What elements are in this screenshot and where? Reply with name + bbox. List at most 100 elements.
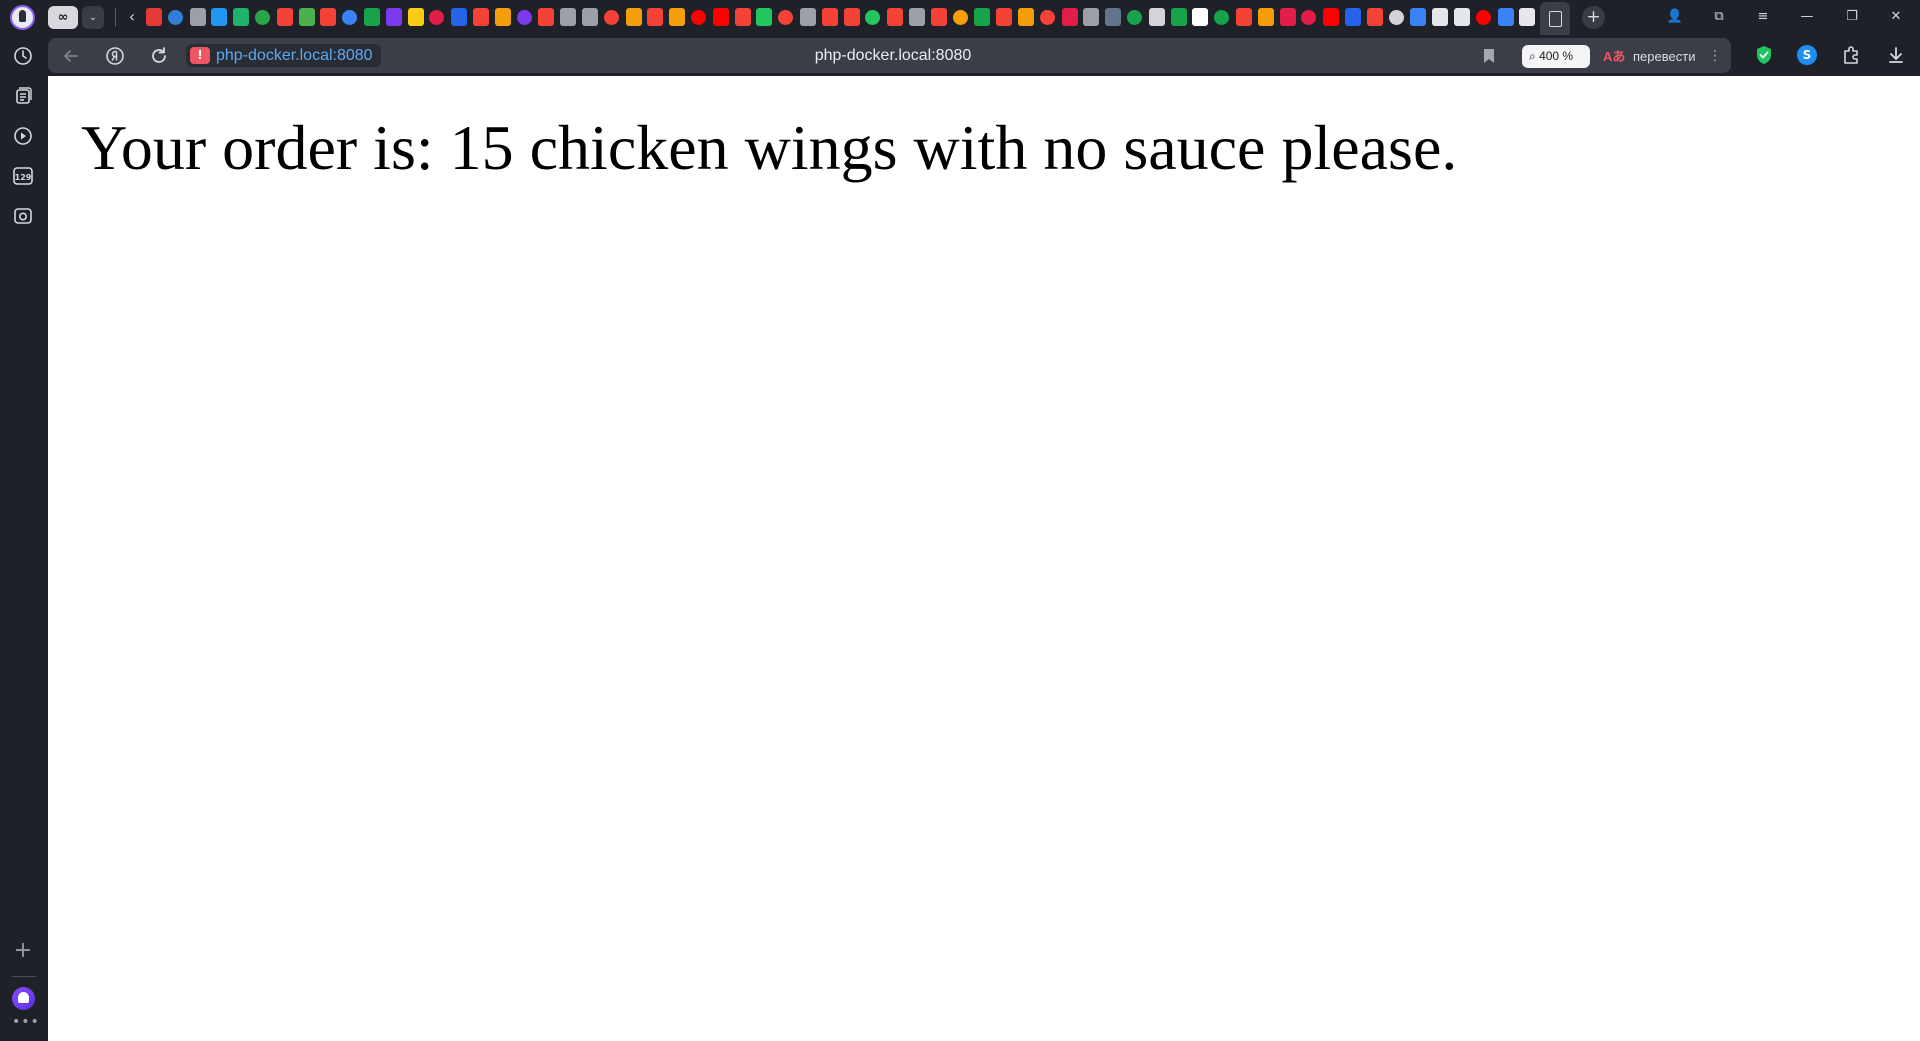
browser-menu-button[interactable]: ≡	[1748, 6, 1778, 28]
pinned-tab-favicon-icon[interactable]	[713, 8, 729, 26]
pinned-tab-favicon-icon[interactable]	[1083, 8, 1099, 26]
pinned-tab-favicon-icon[interactable]	[1149, 8, 1165, 26]
screenshot-icon[interactable]	[12, 205, 34, 227]
pinned-tab-favicon-icon[interactable]	[495, 8, 511, 26]
address-bar[interactable]: ! php-docker.local:8080 php-docker.local…	[48, 38, 1731, 73]
not-secure-warning-icon[interactable]: !	[190, 47, 210, 64]
pinned-tab-favicon-icon[interactable]	[517, 10, 532, 25]
pinned-tab-favicon-icon[interactable]	[1410, 8, 1426, 26]
pinned-tab-favicon-icon[interactable]	[342, 10, 357, 25]
pinned-tab-favicon-icon[interactable]	[1367, 8, 1383, 26]
pinned-tab-favicon-icon[interactable]	[1519, 8, 1535, 26]
pinned-tab-favicon-icon[interactable]	[299, 8, 315, 26]
swap-extension-icon[interactable]: S	[1797, 45, 1817, 65]
back-arrow-icon[interactable]	[60, 45, 82, 67]
pinned-tab-favicon-icon[interactable]	[626, 8, 642, 26]
pinned-tab-favicon-icon[interactable]	[778, 10, 793, 25]
pinned-tab-favicon-icon[interactable]	[691, 10, 706, 25]
translate-button[interactable]: Aあ перевести	[1603, 45, 1695, 68]
pinned-tab-favicon-icon[interactable]	[800, 8, 816, 26]
pinned-tab-favicon-icon[interactable]	[386, 8, 402, 26]
download-icon[interactable]	[1885, 44, 1907, 66]
pinned-tab-favicon-icon[interactable]	[669, 8, 685, 26]
tabs-dropdown-button[interactable]: ⌄	[82, 6, 104, 29]
pinned-tab-favicon-icon[interactable]	[582, 8, 598, 26]
pinned-tab-favicon-icon[interactable]	[560, 8, 576, 26]
pinned-tab-favicon-icon[interactable]	[1127, 10, 1142, 25]
sidebar-more-icon[interactable]: •••	[12, 1015, 39, 1029]
pinned-tab-favicon-icon[interactable]	[429, 10, 444, 25]
pinned-tab-favicon-icon[interactable]	[1040, 10, 1055, 25]
bookmark-icon[interactable]	[1481, 47, 1497, 65]
pinned-tab-favicon-icon[interactable]	[451, 8, 467, 26]
history-icon[interactable]	[12, 45, 34, 67]
pinned-tab-favicon-icon[interactable]	[756, 8, 772, 26]
pinned-tab-favicon-icon[interactable]	[168, 10, 183, 25]
tab-scroll-left-icon[interactable]: ‹	[124, 7, 140, 27]
extensions-icon[interactable]	[1841, 44, 1863, 66]
protect-shield-icon[interactable]	[1753, 44, 1775, 66]
active-tab[interactable]	[1540, 2, 1570, 35]
pinned-tab-favicon-icon[interactable]	[887, 8, 903, 26]
pinned-tab-favicon-icon[interactable]	[1280, 8, 1296, 26]
pinned-tab-favicon-icon[interactable]	[1192, 8, 1208, 26]
pinned-tab-favicon-icon[interactable]	[1432, 8, 1448, 26]
pinned-tab-favicon-icon[interactable]	[865, 10, 880, 25]
pinned-tab-favicon-icon[interactable]	[364, 8, 380, 26]
pinned-tab-favicon-icon[interactable]	[909, 8, 925, 26]
pinned-tab-favicon-icon[interactable]	[1062, 8, 1078, 26]
pinned-tab-favicon-icon[interactable]	[844, 8, 860, 26]
pinned-tab-favicon-icon[interactable]	[1105, 8, 1121, 26]
pinned-tab-favicon-icon[interactable]	[953, 10, 968, 25]
pinned-tab-favicon-icon[interactable]	[408, 8, 424, 26]
pinned-tab-favicon-icon[interactable]	[277, 8, 293, 26]
pinned-tab-favicon-icon[interactable]	[1236, 8, 1252, 26]
pinned-tab-favicon-icon[interactable]	[255, 10, 270, 25]
pinned-tab-favicon-icon[interactable]	[1389, 10, 1404, 25]
pinned-tab-favicon-icon[interactable]	[538, 8, 554, 26]
pinned-tab-favicon-icon[interactable]	[1454, 8, 1470, 26]
url-chip[interactable]: ! php-docker.local:8080	[186, 44, 381, 67]
pinned-tab-favicon-icon[interactable]	[996, 8, 1012, 26]
pinned-tab-favicon-icon[interactable]	[974, 8, 990, 26]
pinned-tab-favicon-icon[interactable]	[1345, 8, 1361, 26]
pinned-tab-favicon-icon[interactable]	[1498, 8, 1514, 26]
incognito-tab-group-button[interactable]: ∞	[48, 6, 78, 29]
pinned-tab-favicon-icon[interactable]	[1214, 10, 1229, 25]
pinned-tab-favicon-icon[interactable]	[931, 8, 947, 26]
pinned-tab-favicon-icon[interactable]	[604, 10, 619, 25]
pinned-tab-favicon-icon[interactable]	[822, 8, 838, 26]
close-window-button[interactable]: ✕	[1881, 6, 1911, 28]
pinned-tab-favicon-icon[interactable]	[1018, 8, 1034, 26]
pinned-tab-favicon-icon[interactable]	[1476, 10, 1491, 25]
add-panel-icon[interactable]: +	[12, 940, 34, 962]
pinned-tab-favicon-icon[interactable]	[1301, 10, 1316, 25]
video-icon[interactable]	[12, 125, 34, 147]
pinned-tabs	[146, 8, 1546, 27]
minimize-button[interactable]: —	[1792, 6, 1822, 28]
restore-button[interactable]: ❐	[1837, 6, 1867, 28]
pinned-tab-favicon-icon[interactable]	[735, 8, 751, 26]
counter-icon[interactable]: 129	[12, 165, 34, 187]
address-bar-menu-icon[interactable]: ⋮	[1708, 45, 1722, 68]
new-tab-button[interactable]: +	[1582, 6, 1605, 29]
reload-icon[interactable]	[148, 45, 170, 67]
collections-toolbar-icon[interactable]: ⧉	[1704, 6, 1734, 28]
zoom-level-badge[interactable]: ⌕ 400 %	[1522, 45, 1590, 68]
pinned-tab-favicon-icon[interactable]	[190, 8, 206, 26]
pinned-tab-favicon-icon[interactable]	[211, 8, 227, 26]
pinned-tab-favicon-icon[interactable]	[647, 8, 663, 26]
pinned-tab-favicon-icon[interactable]	[1258, 8, 1274, 26]
account-icon[interactable]: 👤	[1660, 6, 1690, 28]
profile-avatar-icon[interactable]	[10, 5, 35, 30]
alice-assistant-icon[interactable]	[12, 987, 35, 1010]
yandex-logo-icon[interactable]	[104, 45, 126, 67]
pinned-tab-favicon-icon[interactable]	[146, 8, 162, 26]
pinned-tab-favicon-icon[interactable]	[1171, 8, 1187, 26]
pinned-tab-favicon-icon[interactable]	[233, 8, 249, 26]
collections-icon[interactable]	[12, 85, 34, 107]
pinned-tab-favicon-icon[interactable]	[1323, 8, 1339, 26]
pinned-tab-favicon-icon[interactable]	[473, 8, 489, 26]
url-text[interactable]: php-docker.local:8080	[216, 47, 373, 64]
pinned-tab-favicon-icon[interactable]	[320, 8, 336, 26]
